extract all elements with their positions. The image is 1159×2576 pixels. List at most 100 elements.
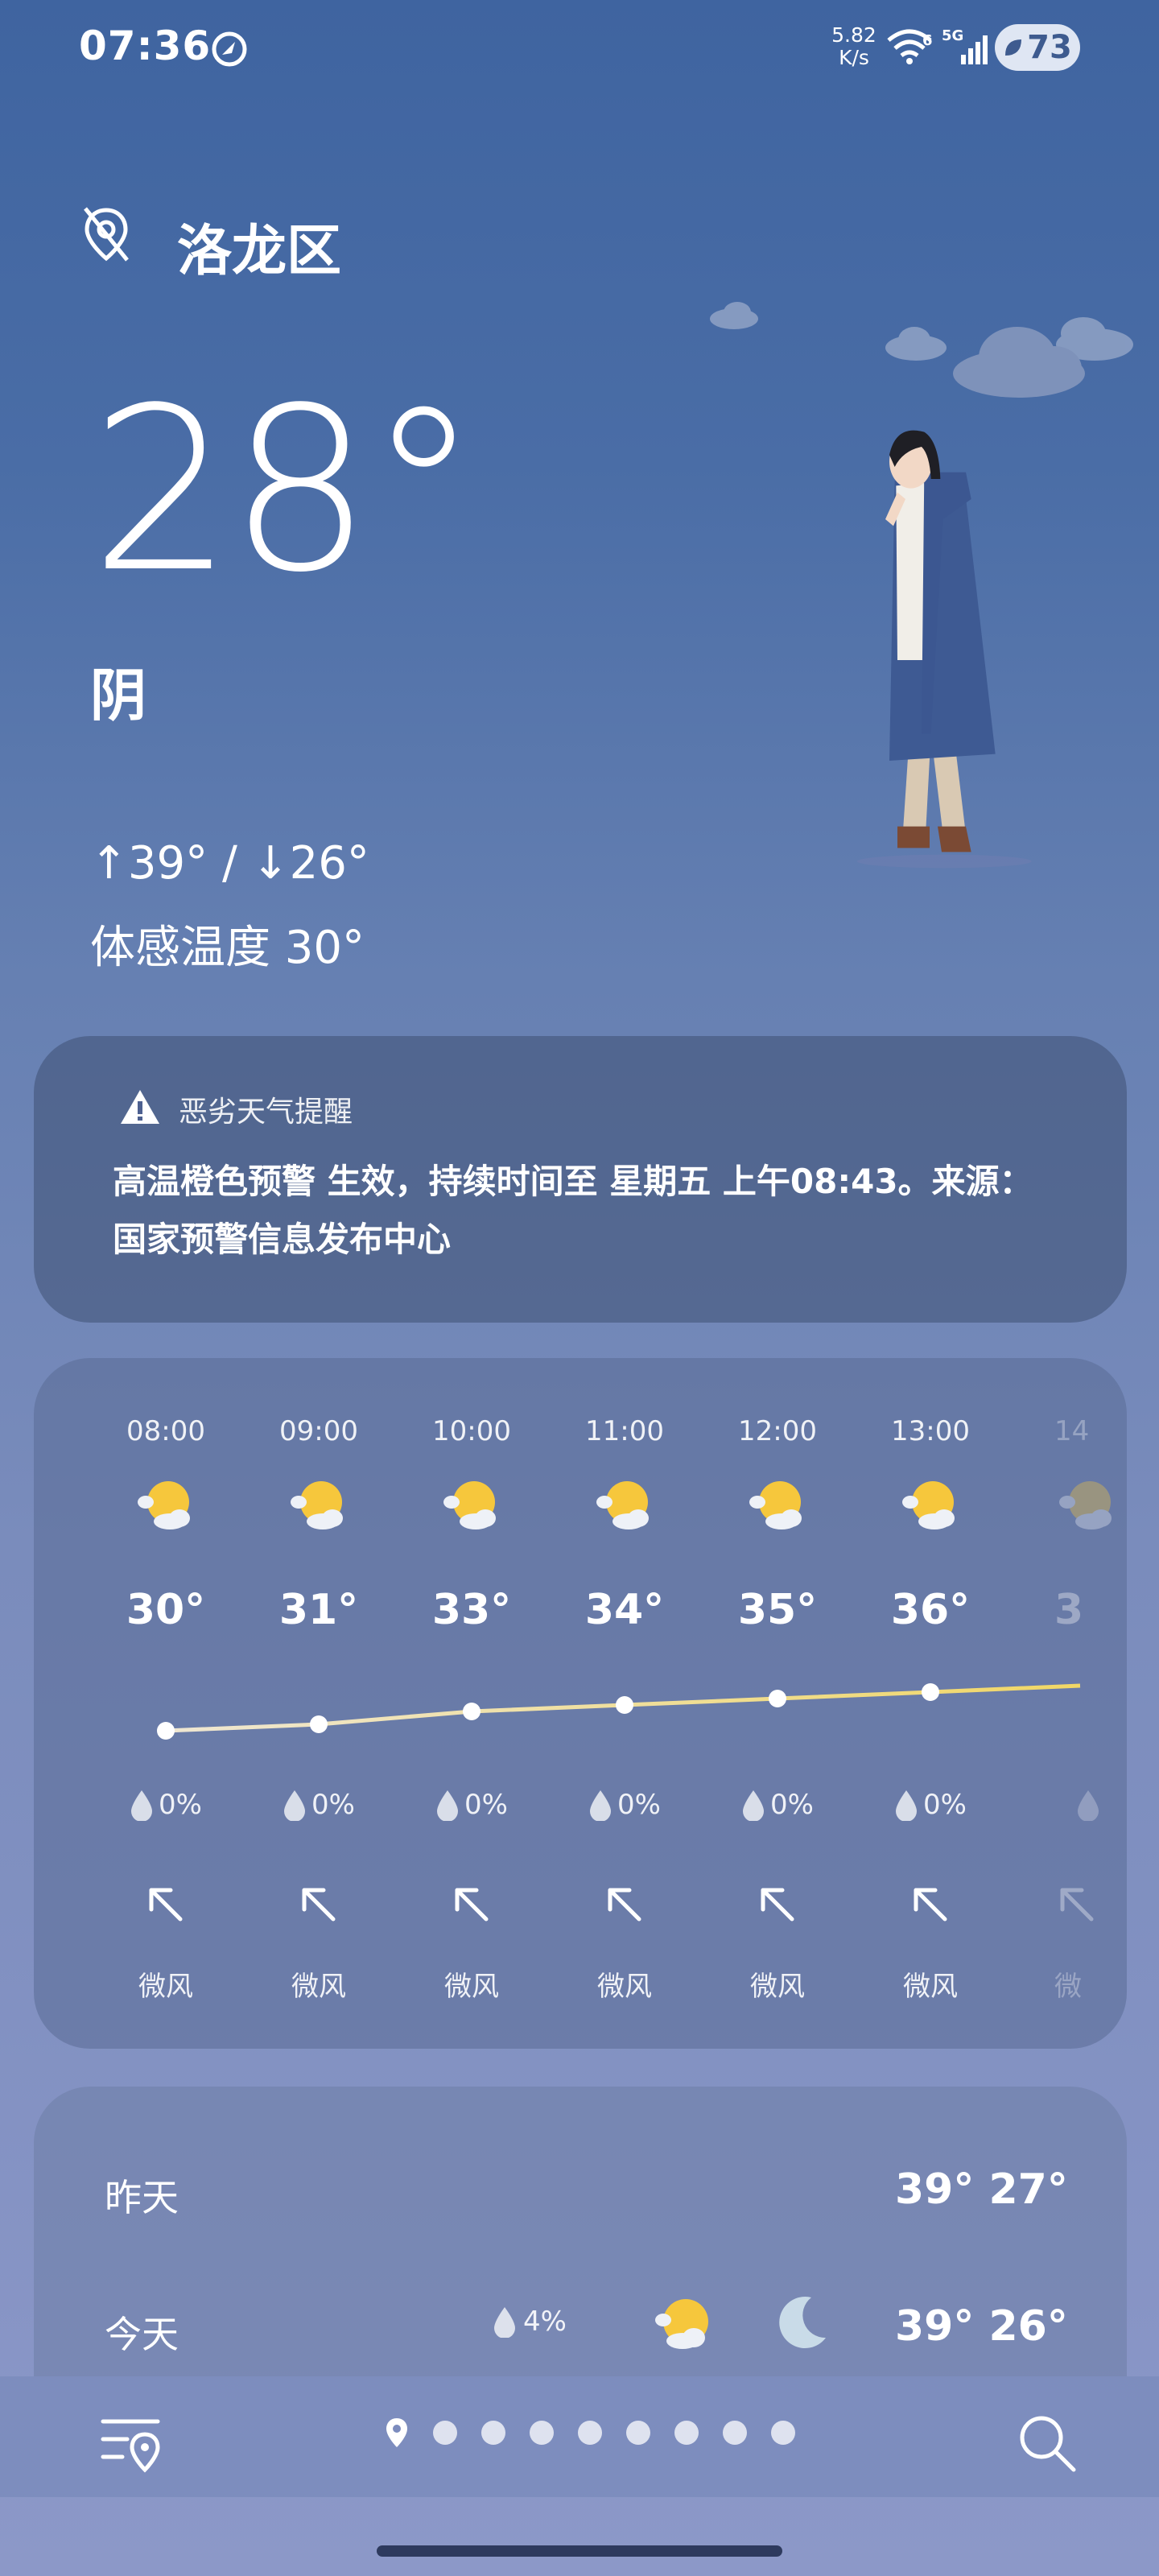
warning-triangle-icon <box>121 1090 159 1124</box>
person-illustration <box>857 430 1032 869</box>
high-low-temperature: ↑39° / ↓26° <box>90 837 369 890</box>
wifi-version-label: 6 <box>922 32 933 49</box>
leaf-icon <box>1005 39 1022 56</box>
page-indicator[interactable] <box>385 2417 795 2449</box>
location-off-icon[interactable] <box>80 205 132 263</box>
raindrop-icon <box>743 1790 765 1821</box>
hour-time: 13:00 <box>891 1415 970 1447</box>
hour-temp: 34° <box>584 1586 665 1634</box>
raindrop-icon <box>494 2307 515 2338</box>
current-location-dot-icon <box>386 2418 407 2447</box>
page-dot[interactable] <box>674 2421 699 2445</box>
wind-direction-icon <box>870 1882 991 1927</box>
yesterday-label: 昨天 <box>105 2176 179 2219</box>
alert-title: 恶劣天气提醒 <box>179 1096 353 1129</box>
current-temperature: 28° <box>90 360 480 622</box>
battery-indicator: 73 <box>995 24 1080 71</box>
hour-wind-label: 微风 <box>903 1971 958 2003</box>
network-speed: 5.82 K/s <box>829 24 879 69</box>
raindrop-icon <box>896 1790 918 1821</box>
hour-rain-value: 0% <box>464 1789 508 1821</box>
city-list-icon[interactable] <box>100 2413 164 2475</box>
page-dot[interactable] <box>626 2421 650 2445</box>
page-dot[interactable] <box>433 2421 457 2445</box>
hour-rain: 0% <box>105 1789 226 1821</box>
temperature-point <box>463 1703 481 1720</box>
page-dot[interactable] <box>530 2421 554 2445</box>
raindrop-icon <box>284 1790 306 1821</box>
sun-behind-cloud-icon <box>870 1473 991 1539</box>
raindrop-icon <box>131 1790 153 1821</box>
battery-level: 73 <box>1027 29 1072 66</box>
yesterday-temps: 39° 27° <box>895 2165 1068 2214</box>
temperature-point <box>157 1722 175 1740</box>
today-rain-value: 4% <box>523 2306 567 2338</box>
hour-rain-value: 0% <box>617 1789 661 1821</box>
today-label: 今天 <box>105 2313 179 2356</box>
wind-direction-icon <box>258 1882 379 1927</box>
hour-wind-label: 微风 <box>444 1971 499 2003</box>
page-dot[interactable] <box>481 2421 505 2445</box>
today-rain: 4% <box>493 2306 567 2338</box>
wifi-icon: 6 <box>887 29 933 64</box>
hour-time: 14 <box>1054 1415 1090 1447</box>
signal-5g-icon: 5G <box>942 27 988 64</box>
hour-time: 10:00 <box>432 1415 511 1447</box>
hour-temp: 36° <box>890 1586 971 1634</box>
hour-temp: 30° <box>126 1586 206 1634</box>
feels-like-temperature: 体感温度 30° <box>90 922 365 974</box>
navigation-arrow-icon <box>212 31 247 67</box>
hour-rain-value: 0% <box>311 1789 355 1821</box>
temperature-point <box>616 1696 633 1714</box>
network-speed-unit: K/s <box>839 46 869 69</box>
sun-behind-cloud-icon <box>105 1473 226 1539</box>
network-speed-value: 5.82 <box>831 23 876 47</box>
wind-direction-icon <box>105 1882 226 1927</box>
hourly-temperature-line <box>157 1683 1081 1740</box>
temperature-point <box>310 1715 328 1733</box>
status-time: 07:36 <box>79 23 212 69</box>
moon-icon <box>779 2297 826 2349</box>
hour-time: 11:00 <box>585 1415 664 1447</box>
sun-behind-cloud-icon <box>564 1473 685 1539</box>
current-condition: 阴 <box>90 663 146 729</box>
hour-rain-value: 0% <box>159 1789 202 1821</box>
hour-wind-label: 微风 <box>138 1971 193 2003</box>
hour-rain: 0% <box>564 1789 685 1821</box>
hour-wind-label: 微风 <box>291 1971 346 2003</box>
clouds-illustration <box>710 302 1133 398</box>
sun-behind-cloud-icon <box>411 1473 532 1539</box>
wind-direction-icon <box>717 1882 838 1927</box>
hour-rain: 0% <box>870 1789 991 1821</box>
page-dot[interactable] <box>578 2421 602 2445</box>
sun-behind-cloud-icon <box>258 1473 379 1539</box>
raindrop-icon <box>1078 1790 1099 1821</box>
temperature-point <box>922 1683 939 1701</box>
sun-behind-cloud-icon <box>655 2299 708 2349</box>
hour-wind-label: 微风 <box>750 1971 805 2003</box>
sun-behind-cloud-icon <box>1054 1473 1127 1539</box>
hour-time: 08:00 <box>126 1415 205 1447</box>
home-indicator[interactable] <box>377 2545 782 2557</box>
wind-direction-icon <box>564 1882 685 1927</box>
hour-wind-label: 微风 <box>597 1971 652 2003</box>
hour-time: 09:00 <box>279 1415 358 1447</box>
network-type-label: 5G <box>942 27 963 44</box>
location-name[interactable]: 洛龙区 <box>177 206 341 286</box>
page-dot[interactable] <box>771 2421 795 2445</box>
hour-rain: 0% <box>411 1789 532 1821</box>
hour-temp: 35° <box>737 1586 818 1634</box>
search-icon[interactable] <box>1016 2412 1079 2475</box>
sun-behind-cloud-icon <box>717 1473 838 1539</box>
hour-temp: 33° <box>431 1586 512 1634</box>
temperature-point <box>769 1690 786 1707</box>
today-temps: 39° 26° <box>895 2302 1068 2351</box>
alert-text: 高温橙色预警 生效，持续时间至 星期五 上午08:43。来源：国家预警信息发布中… <box>113 1162 1033 1259</box>
hour-rain-value: 0% <box>923 1789 967 1821</box>
hour-rain <box>1054 1789 1127 1821</box>
raindrop-icon <box>437 1790 459 1821</box>
wind-direction-icon <box>411 1882 532 1927</box>
hour-time: 12:00 <box>738 1415 817 1447</box>
page-dot[interactable] <box>723 2421 747 2445</box>
hour-temp: 31° <box>278 1586 359 1634</box>
